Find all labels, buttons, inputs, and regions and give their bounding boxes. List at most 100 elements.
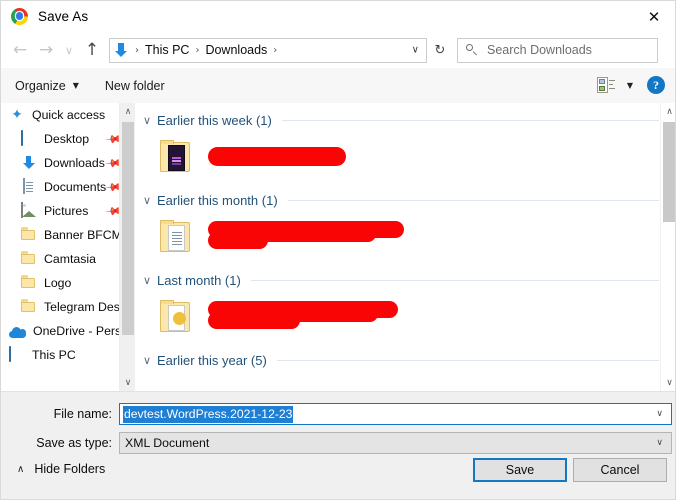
view-options-chevron-down-icon[interactable]: ▼ (627, 81, 633, 90)
sidebar-item-banner-bfcm[interactable]: Banner BFCM 20 (1, 223, 135, 247)
sidebar-item-label: Desktop (44, 132, 90, 146)
sidebar-item-pictures[interactable]: Pictures 📌 (1, 199, 135, 223)
search-placeholder: Search Downloads (487, 43, 592, 57)
star-icon: ✦ (11, 107, 23, 123)
folder-icon (21, 227, 37, 243)
sidebar-item-label: Pictures (44, 204, 89, 218)
group-header-last-month[interactable]: ∨ Last month (1) (135, 269, 675, 291)
scroll-up-icon[interactable]: ∧ (661, 103, 675, 120)
breadcrumb-separator: › (195, 44, 200, 56)
chevron-down-icon[interactable]: ∨ (143, 354, 157, 367)
scrollbar-thumb[interactable] (122, 122, 134, 335)
chevron-down-icon[interactable]: ∨ (143, 194, 157, 207)
redacted-filename (208, 221, 408, 253)
sidebar-item-label: Camtasia (44, 252, 96, 266)
sidebar-item-label: Quick access (32, 108, 106, 122)
address-bar[interactable]: › This PC › Downloads › ∨ (109, 37, 427, 63)
sidebar-item-desktop[interactable]: Desktop 📌 (1, 127, 135, 151)
chevron-down-icon[interactable]: ∨ (412, 45, 419, 56)
documents-icon (21, 178, 37, 195)
save-as-dialog: Save As ✕ ← → ∨ ↑ › This PC › Downloads … (0, 0, 676, 500)
filename-row: File name: devtest.WordPress.2021-12-23 … (1, 403, 675, 425)
desktop-icon (9, 346, 25, 363)
organize-button[interactable]: Organize ▼ (15, 79, 79, 93)
chrome-icon (11, 7, 29, 26)
organize-label: Organize (15, 78, 66, 93)
chevron-down-icon[interactable]: ∨ (143, 274, 157, 287)
filetype-select[interactable]: XML Document ∨ (119, 432, 672, 454)
redacted-filename (208, 145, 348, 169)
breadcrumb-downloads[interactable]: Downloads (203, 43, 269, 57)
filename-value: devtest.WordPress.2021-12-23 (123, 405, 294, 423)
group-label: Earlier this week (1) (157, 112, 272, 128)
cancel-button[interactable]: Cancel (573, 458, 667, 482)
window-title: Save As (38, 9, 89, 24)
downloads-arrow-icon (115, 42, 131, 58)
sidebar-item-telegram-desktop[interactable]: Telegram Deskto (1, 295, 135, 319)
hide-folders-button[interactable]: ∧ Hide Folders (17, 462, 105, 476)
cloud-icon (9, 327, 26, 338)
scroll-down-icon[interactable]: ∨ (661, 374, 675, 391)
folder-icon (21, 299, 37, 315)
breadcrumb-separator: › (135, 44, 139, 56)
file-item[interactable] (135, 291, 675, 343)
resize-grip[interactable] (665, 490, 675, 499)
sidebar-item-logo[interactable]: Logo (1, 271, 135, 295)
sidebar-scrollbar[interactable]: ∧ ∨ (119, 103, 135, 391)
scrollbar-thumb[interactable] (663, 122, 675, 222)
sidebar-item-camtasia[interactable]: Camtasia (1, 247, 135, 271)
sidebar-item-this-pc[interactable]: This PC (1, 343, 135, 367)
sidebar-item-label: This PC (32, 348, 76, 362)
back-icon[interactable]: ← (7, 35, 33, 65)
group-divider (281, 119, 659, 121)
scroll-up-icon[interactable]: ∧ (120, 103, 135, 120)
dialog-footer: File name: devtest.WordPress.2021-12-23 … (1, 391, 675, 499)
chevron-down-icon[interactable]: ∨ (143, 114, 157, 127)
save-button[interactable]: Save (473, 458, 567, 482)
forward-icon[interactable]: → (33, 35, 59, 65)
sidebar-item-label: Logo (44, 276, 72, 290)
scroll-down-icon[interactable]: ∨ (120, 374, 135, 391)
title-bar: Save As ✕ (1, 1, 675, 32)
new-folder-button[interactable]: New folder (105, 79, 165, 93)
sidebar-item-label: Downloads (44, 156, 105, 170)
view-layout-icon[interactable] (597, 77, 615, 94)
open-folder-disc-preview-icon (160, 300, 198, 334)
refresh-icon[interactable]: ↻ (427, 38, 453, 63)
help-icon[interactable]: ? (647, 76, 665, 94)
filename-input[interactable]: devtest.WordPress.2021-12-23 ∨ (119, 403, 672, 425)
open-folder-dark-preview-icon (160, 140, 198, 174)
group-divider (276, 359, 659, 361)
filetype-row: Save as type: XML Document ∨ (1, 432, 675, 454)
hide-folders-label: Hide Folders (34, 462, 106, 476)
breadcrumb-this-pc[interactable]: This PC (143, 43, 191, 57)
folder-icon (21, 275, 37, 291)
file-list: ∨ Earlier this week (1) ∨ Earlier this m… (135, 103, 675, 391)
sidebar-item-quick-access[interactable]: ✦ Quick access (1, 103, 135, 127)
search-input[interactable]: Search Downloads (457, 37, 658, 63)
folder-icon (21, 251, 37, 267)
recent-locations-icon[interactable]: ∨ (59, 35, 79, 65)
chevron-down-icon: ▼ (72, 81, 79, 90)
sidebar-item-onedrive[interactable]: OneDrive - Person (1, 319, 135, 343)
search-icon (466, 44, 478, 56)
up-icon[interactable]: ↑ (79, 35, 105, 65)
group-header-earlier-this-week[interactable]: ∨ Earlier this week (1) (135, 109, 675, 131)
sidebar-item-downloads[interactable]: Downloads 📌 (1, 151, 135, 175)
command-toolbar: Organize ▼ New folder ▼ ? (1, 68, 675, 104)
dialog-body: ✦ Quick access Desktop 📌 Downloads 📌 Doc… (1, 103, 675, 391)
breadcrumb-separator: › (273, 44, 278, 56)
sidebar-item-documents[interactable]: Documents 📌 (1, 175, 135, 199)
group-header-earlier-this-year[interactable]: ∨ Earlier this year (5) (135, 349, 675, 371)
group-header-earlier-this-month[interactable]: ∨ Earlier this month (1) (135, 189, 675, 211)
file-list-scrollbar[interactable]: ∧ ∨ (660, 103, 675, 391)
file-item[interactable] (135, 211, 675, 263)
group-label: Last month (1) (157, 272, 241, 288)
file-item[interactable] (135, 131, 675, 183)
filetype-label: Save as type: (36, 436, 112, 450)
chevron-down-icon[interactable]: ∨ (656, 409, 663, 419)
open-folder-document-preview-icon (160, 220, 198, 254)
group-label: Earlier this month (1) (157, 192, 278, 208)
chevron-down-icon[interactable]: ∨ (656, 438, 663, 448)
close-icon[interactable]: ✕ (631, 1, 675, 32)
